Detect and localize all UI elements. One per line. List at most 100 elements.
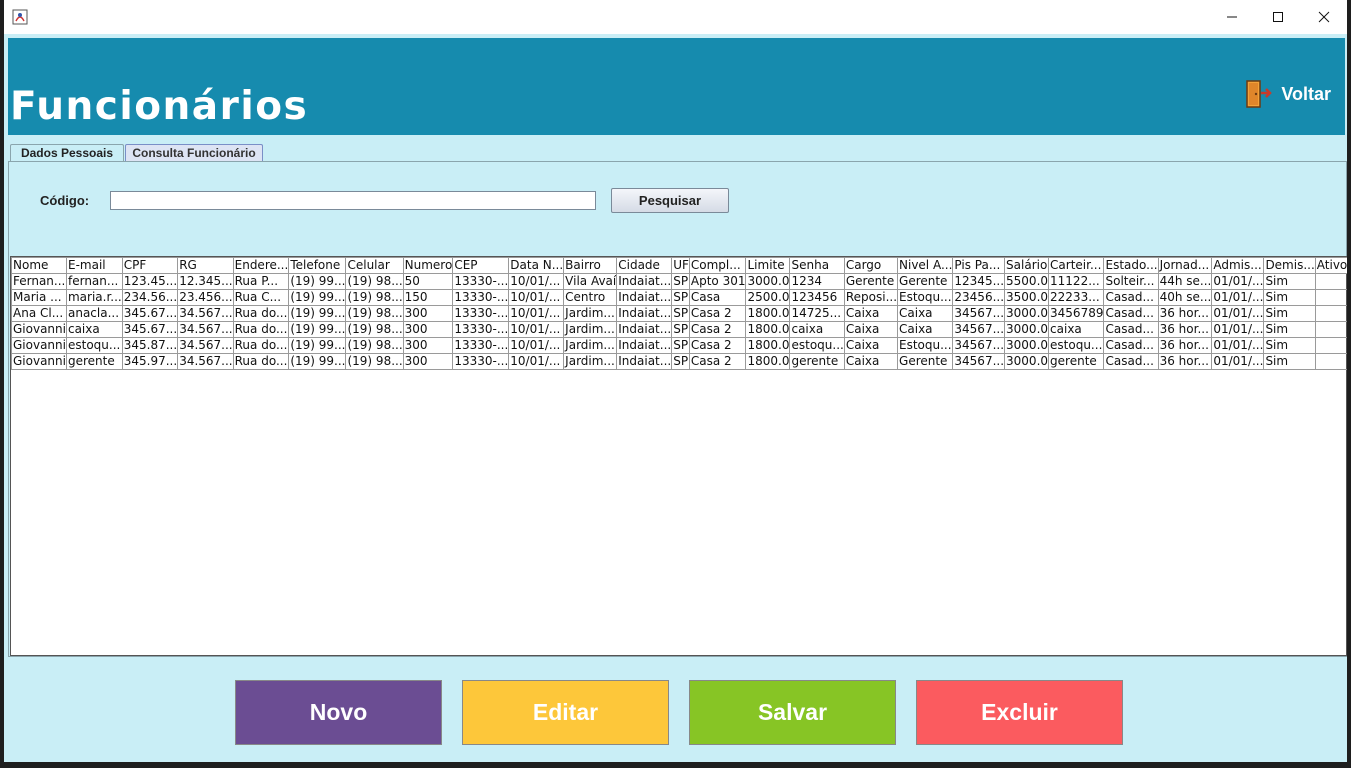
table-cell[interactable]: Casa	[688, 289, 747, 306]
table-cell[interactable]: Rua do...	[232, 337, 290, 354]
table-cell[interactable]: Indaiat...	[616, 337, 673, 354]
table-cell[interactable]: Ana Cl...	[11, 305, 67, 322]
table-cell[interactable]: Casad...	[1103, 353, 1159, 370]
table-row[interactable]: Giovanni caixa 345.67... 34.567... Rua do...…	[11, 321, 1347, 338]
table-cell[interactable]: Indaiat...	[616, 273, 673, 290]
table-cell[interactable]: 3456789	[1048, 305, 1105, 322]
table-cell[interactable]: 01/01/...	[1211, 289, 1265, 306]
table-cell[interactable]: 3000.0	[1004, 305, 1050, 322]
table-cell[interactable]: 34567...	[952, 305, 1006, 322]
table-cell[interactable]: 1234	[789, 273, 845, 290]
table-cell[interactable]: 22233...	[1048, 289, 1105, 306]
tab-dados-pessoais[interactable]: Dados Pessoais	[10, 144, 124, 161]
column-header[interactable]: Nivel A...	[897, 257, 954, 274]
table-cell[interactable]: 44h se...	[1157, 273, 1213, 290]
table-cell[interactable]	[1314, 305, 1347, 322]
table-cell[interactable]: Jardim...	[563, 337, 618, 354]
table-cell[interactable]: Sim	[1263, 289, 1316, 306]
table-cell[interactable]: Fernan...	[11, 273, 67, 290]
table-cell[interactable]: 01/01/...	[1211, 321, 1265, 338]
table-cell[interactable]: 3000.0	[1004, 321, 1050, 338]
table-cell[interactable]: 300	[402, 353, 454, 370]
table-cell[interactable]: 50	[402, 273, 454, 290]
table-cell[interactable]: (19) 98...	[345, 305, 404, 322]
table-cell[interactable]: maria.r...	[65, 289, 123, 306]
table-cell[interactable]: Caixa	[897, 321, 954, 338]
table-cell[interactable]: 345.67...	[121, 321, 179, 338]
table-cell[interactable]: (19) 98...	[345, 337, 404, 354]
table-cell[interactable]	[1314, 321, 1347, 338]
table-row[interactable]: Fernan... fernan... 123.45... 12.345... Rua …	[11, 273, 1347, 290]
column-header[interactable]: Telefone	[288, 257, 347, 274]
table-cell[interactable]: Casa 2	[688, 353, 747, 370]
table-cell[interactable]: 10/01/...	[508, 273, 565, 290]
table-cell[interactable]: Jardim...	[563, 305, 618, 322]
editar-button[interactable]: Editar	[462, 680, 669, 745]
column-header[interactable]: Numero	[402, 257, 454, 274]
table-cell[interactable]: 234.56...	[121, 289, 179, 306]
table-cell[interactable]: gerente	[1048, 353, 1105, 370]
table-cell[interactable]: Caixa	[897, 305, 954, 322]
table-cell[interactable]: 01/01/...	[1211, 337, 1265, 354]
table-cell[interactable]: Casad...	[1103, 337, 1159, 354]
column-header[interactable]: Celular	[345, 257, 404, 274]
table-cell[interactable]: (19) 98...	[345, 321, 404, 338]
table-cell[interactable]: Giovanni	[11, 337, 67, 354]
table-cell[interactable]: Indaiat...	[616, 353, 673, 370]
table-cell[interactable]: Casad...	[1103, 305, 1159, 322]
table-cell[interactable]: (19) 99...	[288, 337, 347, 354]
table-cell[interactable]: 123.45...	[121, 273, 179, 290]
table-cell[interactable]: Vila Avaí	[563, 273, 618, 290]
column-header[interactable]: Admis...	[1211, 257, 1265, 274]
table-cell[interactable]: (19) 99...	[288, 305, 347, 322]
table-cell[interactable]: 34567...	[952, 321, 1006, 338]
table-cell[interactable]: Solteir...	[1103, 273, 1159, 290]
table-cell[interactable]: Casa 2	[688, 305, 747, 322]
column-header[interactable]: Estado...	[1103, 257, 1159, 274]
table-cell[interactable]: Gerente	[843, 273, 899, 290]
table-cell[interactable]: (19) 98...	[345, 273, 404, 290]
table-cell[interactable]: Indaiat...	[616, 305, 673, 322]
table-cell[interactable]: Sim	[1263, 273, 1316, 290]
table-cell[interactable]: 34.567...	[177, 353, 234, 370]
table-cell[interactable]: 13330-...	[452, 337, 510, 354]
column-header[interactable]: Data N...	[508, 257, 565, 274]
table-cell[interactable]: 1800.0	[745, 353, 791, 370]
table-cell[interactable]: Casa 2	[688, 337, 747, 354]
column-header[interactable]: Pis Pa...	[952, 257, 1006, 274]
table-cell[interactable]: 3000.0	[1004, 353, 1050, 370]
maximize-button[interactable]	[1255, 0, 1301, 34]
table-cell[interactable]: 10/01/...	[508, 321, 565, 338]
table-cell[interactable]	[1314, 273, 1347, 290]
table-cell[interactable]: Gerente	[897, 353, 954, 370]
table-cell[interactable]: Maria ...	[11, 289, 67, 306]
table-cell[interactable]: Jardim...	[563, 353, 618, 370]
table-cell[interactable]: 345.67...	[121, 305, 179, 322]
table-cell[interactable]: Rua P...	[232, 273, 290, 290]
table-cell[interactable]: Rua C...	[232, 289, 290, 306]
table-cell[interactable]: (19) 99...	[288, 321, 347, 338]
table-cell[interactable]: 34567...	[952, 337, 1006, 354]
salvar-button[interactable]: Salvar	[689, 680, 896, 745]
table-cell[interactable]: (19) 98...	[345, 289, 404, 306]
table-cell[interactable]: SP	[671, 273, 690, 290]
table-cell[interactable]: SP	[671, 353, 690, 370]
table-cell[interactable]: SP	[671, 321, 690, 338]
table-cell[interactable]: Rua do...	[232, 305, 290, 322]
table-cell[interactable]: 13330-...	[452, 289, 510, 306]
table-cell[interactable]: 13330-...	[452, 305, 510, 322]
table-cell[interactable]: Caixa	[843, 321, 899, 338]
table-cell[interactable]: Indaiat...	[616, 321, 673, 338]
table-cell[interactable]: Gerente	[897, 273, 954, 290]
table-cell[interactable]: (19) 99...	[288, 273, 347, 290]
column-header[interactable]: RG	[177, 257, 234, 274]
table-cell[interactable]: Caixa	[843, 305, 899, 322]
table-cell[interactable]: SP	[671, 337, 690, 354]
table-cell[interactable]: Estoqu...	[897, 337, 954, 354]
table-cell[interactable]: Sim	[1263, 353, 1316, 370]
table-cell[interactable]: Giovanni	[11, 321, 67, 338]
table-cell[interactable]: Estoqu...	[897, 289, 954, 306]
table-cell[interactable]: 01/01/...	[1211, 353, 1265, 370]
table-cell[interactable]: Caixa	[843, 337, 899, 354]
table-cell[interactable]: Indaiat...	[616, 289, 673, 306]
